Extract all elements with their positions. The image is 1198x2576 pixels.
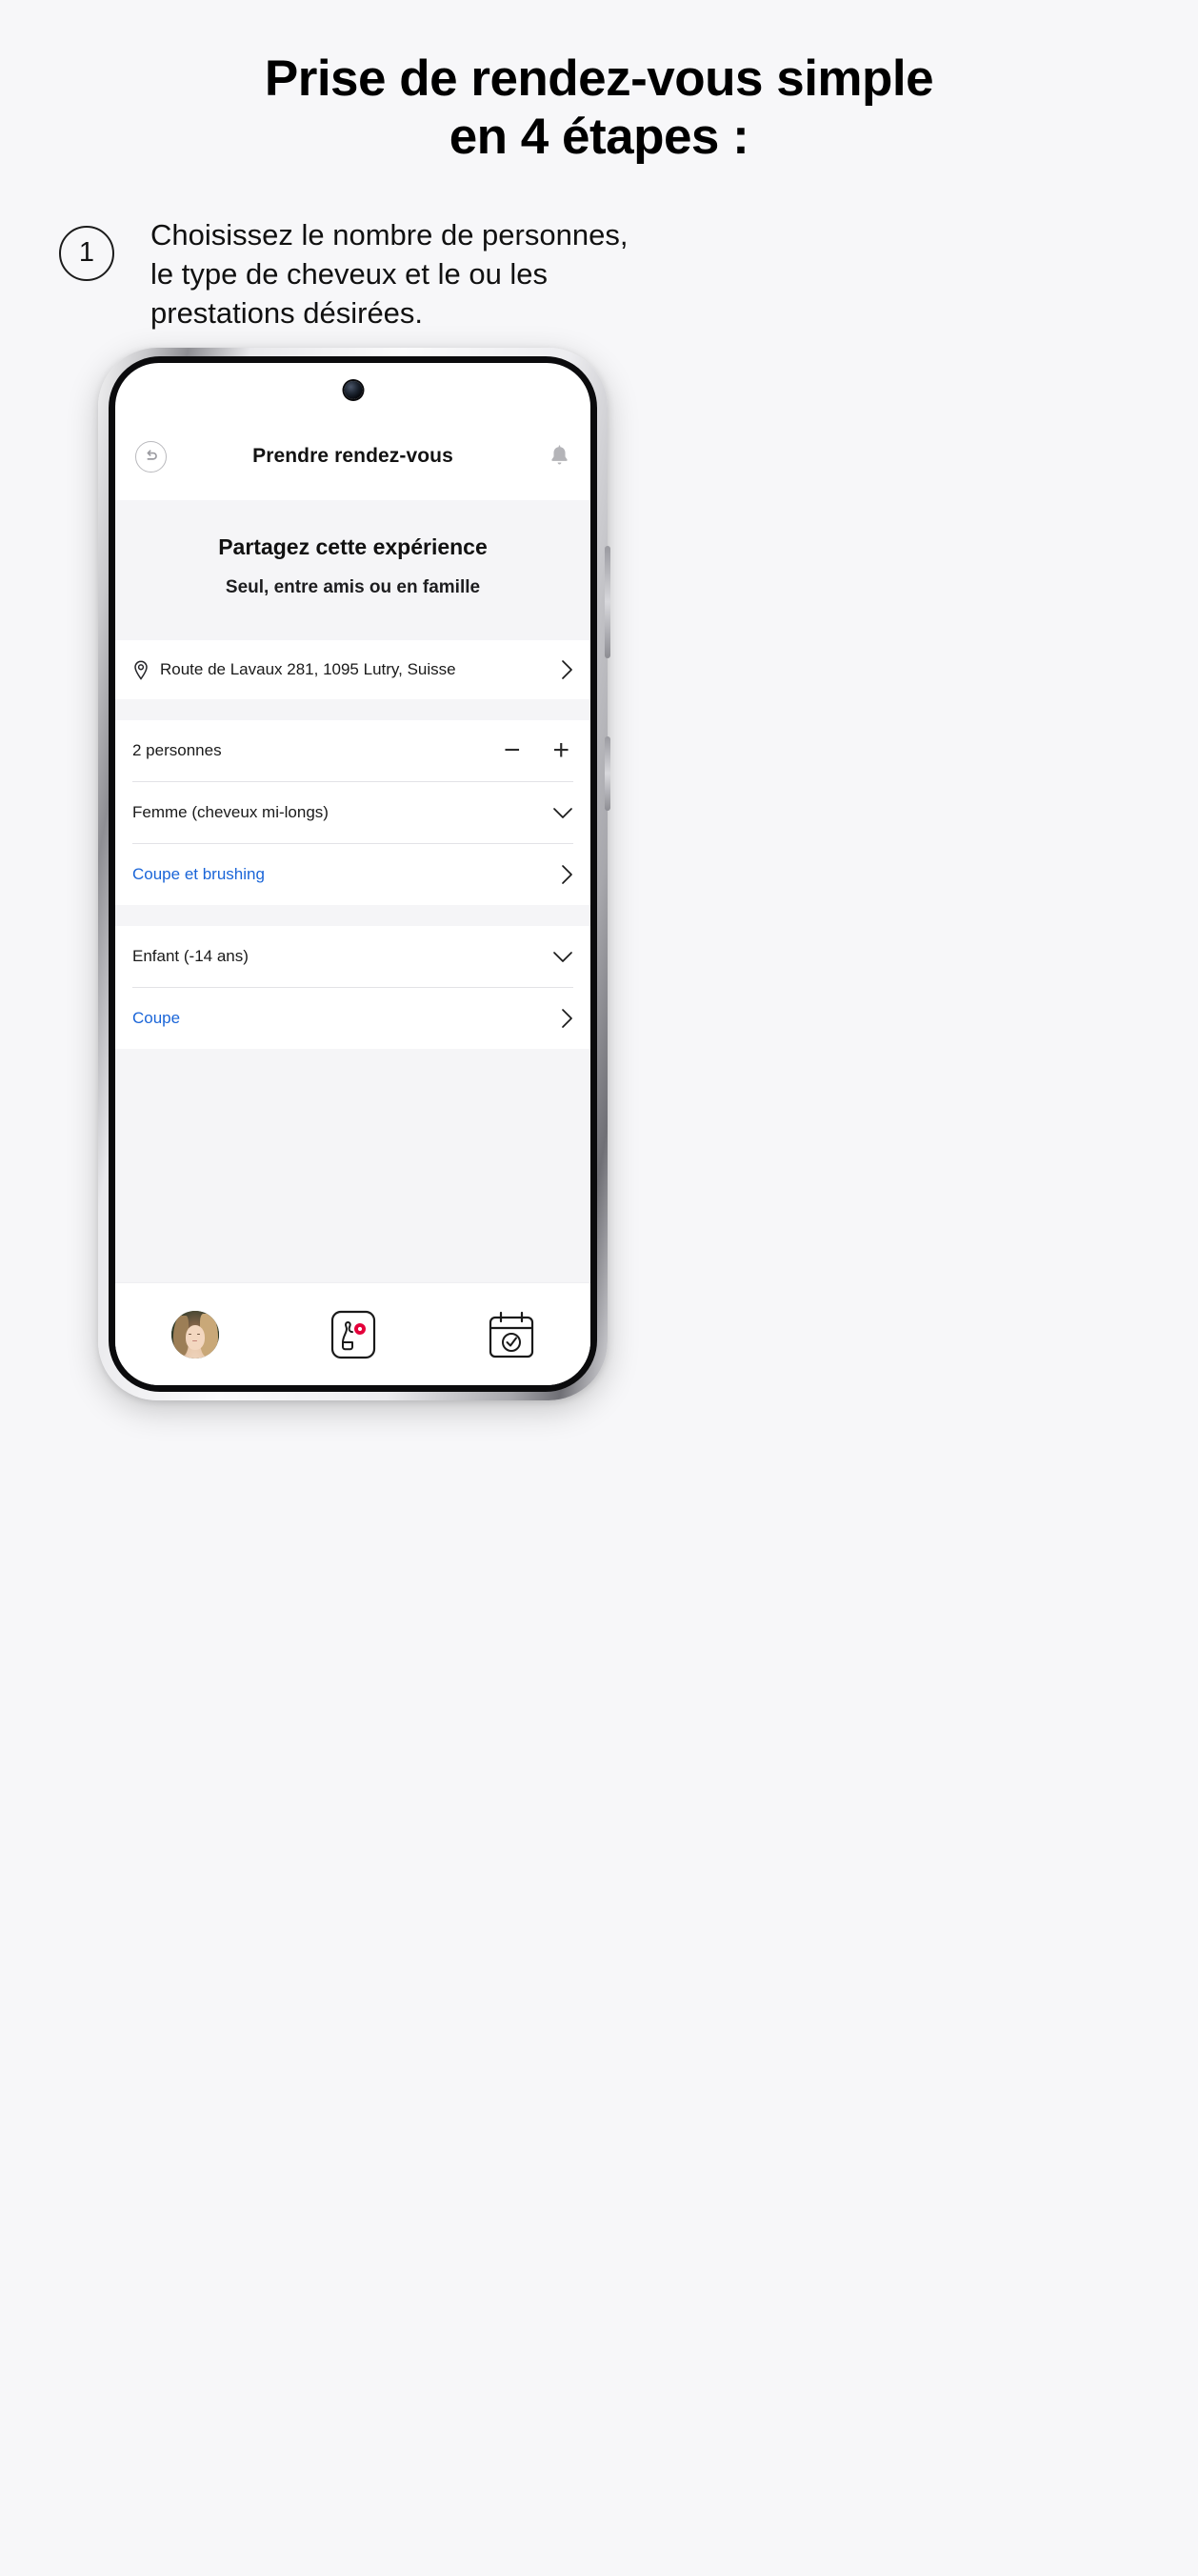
decrement-people-button[interactable]: − bbox=[504, 736, 521, 765]
service-label-1: Coupe et brushing bbox=[132, 865, 265, 883]
headline-line-1: Prise de rendez-vous simple bbox=[264, 50, 934, 107]
address-text: Route de Lavaux 281, 1095 Lutry, Suisse bbox=[160, 660, 456, 678]
product-hand-icon bbox=[330, 1310, 376, 1359]
phone-screen: Prendre rendez-vous Partagez cette expér… bbox=[115, 363, 590, 1385]
service-row-1[interactable]: Coupe et brushing bbox=[115, 844, 590, 905]
app-title: Prendre rendez-vous bbox=[252, 445, 453, 467]
calendar-check-icon bbox=[488, 1310, 535, 1359]
promo-title: Partagez cette expérience bbox=[218, 534, 488, 559]
chevron-right-icon bbox=[561, 659, 573, 680]
headline-line-2: en 4 étapes : bbox=[449, 109, 749, 166]
person-type-label-1: Femme (cheveux mi-longs) bbox=[132, 803, 329, 821]
step-description: Choisissez le nombre de personnes, le ty… bbox=[150, 217, 629, 330]
chevron-down-icon bbox=[552, 951, 573, 963]
step-item-1: 1 Choisissez le nombre de personnes, le … bbox=[59, 216, 688, 333]
app-header: Prendre rendez-vous bbox=[115, 413, 590, 500]
avatar-profile-icon bbox=[170, 1310, 219, 1358]
nav-item-profile[interactable] bbox=[170, 1310, 219, 1358]
step-number-badge: 1 bbox=[59, 225, 114, 281]
phone-volume-button bbox=[605, 546, 610, 658]
person-type-row-2[interactable]: Enfant (-14 ans) bbox=[115, 926, 590, 987]
front-camera-icon bbox=[344, 381, 362, 399]
back-arrow-circle-icon[interactable] bbox=[135, 440, 167, 473]
increment-people-button[interactable]: + bbox=[552, 736, 569, 765]
people-count-label: 2 personnes bbox=[132, 741, 222, 759]
bottom-navigation-bar bbox=[115, 1282, 590, 1385]
service-row-2[interactable]: Coupe bbox=[115, 988, 590, 1049]
chevron-down-icon bbox=[552, 807, 573, 819]
phone-mockup: Prendre rendez-vous Partagez cette expér… bbox=[98, 348, 610, 1400]
section-gap-band bbox=[115, 905, 590, 926]
promo-band: Partagez cette expérience Seul, entre am… bbox=[115, 500, 590, 640]
people-counter-row: 2 personnes − + bbox=[115, 720, 590, 781]
chevron-right-icon bbox=[561, 1008, 573, 1029]
phone-power-button bbox=[605, 736, 610, 811]
person-type-row-1[interactable]: Femme (cheveux mi-longs) bbox=[115, 782, 590, 843]
nav-item-products[interactable] bbox=[330, 1310, 376, 1359]
bell-icon[interactable] bbox=[539, 444, 570, 469]
promo-subtitle: Seul, entre amis ou en famille bbox=[225, 577, 481, 597]
content-empty-area bbox=[115, 1049, 590, 1282]
address-row[interactable]: Route de Lavaux 281, 1095 Lutry, Suisse bbox=[115, 640, 590, 699]
person-type-label-2: Enfant (-14 ans) bbox=[132, 947, 249, 965]
step-number-label: 1 bbox=[78, 237, 95, 269]
chevron-right-icon bbox=[561, 864, 573, 885]
nav-item-appointments[interactable] bbox=[488, 1310, 535, 1359]
location-pin-icon bbox=[132, 660, 150, 680]
service-label-2: Coupe bbox=[132, 1009, 181, 1027]
page-title: Prise de rendez-vous simple en 4 étapes … bbox=[0, 0, 1198, 167]
section-gap-band bbox=[115, 699, 590, 720]
